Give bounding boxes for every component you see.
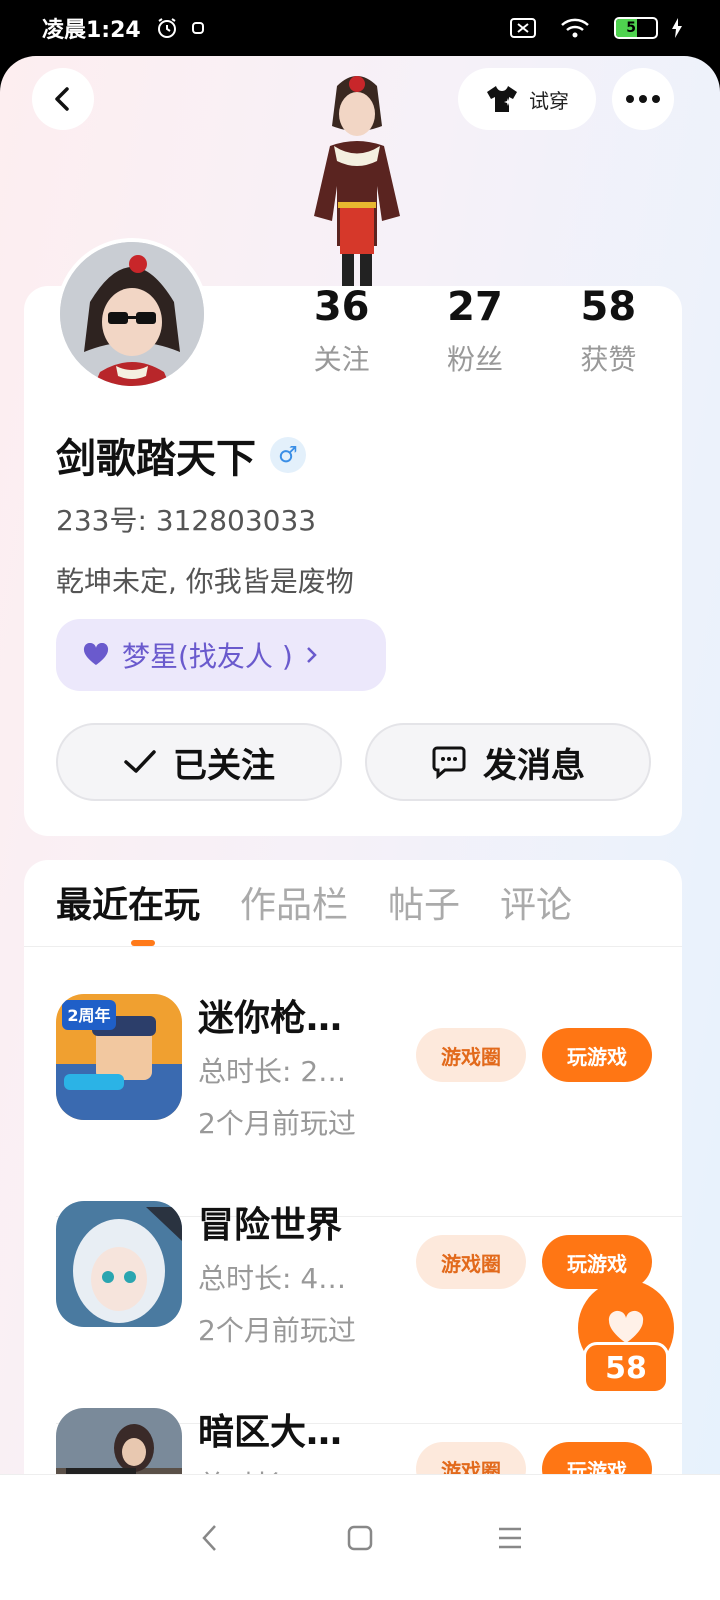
game-circle-button[interactable]: 游戏圈 [416, 1028, 526, 1082]
profile-stats: 36 关注 27 粉丝 58 获赞 [275, 282, 675, 392]
tab-bar: 最近在玩 作品栏 帖子 评论 [56, 876, 572, 928]
user-name: 剑歌踏天下 [56, 436, 256, 482]
stat-value: 36 [313, 284, 370, 330]
back-button[interactable] [32, 68, 94, 130]
chevron-left-icon [55, 87, 69, 111]
stat-label: 关注 [313, 343, 370, 376]
game-name: 暗区大… [198, 1412, 343, 1453]
stat-followers[interactable]: 27 粉丝 [408, 282, 541, 392]
system-nav-bar [0, 1474, 720, 1600]
notification-dot-icon [191, 21, 205, 35]
stat-following[interactable]: 36 关注 [275, 282, 408, 392]
nav-home-button[interactable] [340, 1518, 380, 1558]
chat-bubble-icon [432, 746, 466, 779]
play-game-button[interactable]: 玩游戏 [542, 1028, 652, 1082]
nav-back-icon [202, 1524, 216, 1551]
sim-off-icon [510, 18, 536, 38]
game-icon [56, 1201, 182, 1327]
message-button[interactable]: 发消息 [365, 723, 651, 801]
heart-icon [83, 643, 109, 665]
stat-value: 27 [447, 284, 503, 330]
try-on-button[interactable]: 试穿 [458, 68, 596, 130]
stat-label: 获赞 [580, 343, 637, 376]
game-last-played: 2个月前玩过 [198, 1107, 356, 1140]
profile-screen: 试穿 36 关注 27 粉丝 58 获赞 剑歌踏天下 ♂ 233号: 31280… [0, 56, 720, 1600]
nav-home-icon [347, 1525, 373, 1550]
message-label: 发消息 [483, 745, 585, 786]
avatar[interactable] [56, 238, 208, 390]
charging-icon [670, 17, 684, 39]
game-icon-badge: 2周年 [67, 1006, 110, 1025]
nav-menu-icon [499, 1527, 521, 1548]
male-gender-icon: ♂ [270, 437, 306, 473]
like-count-badge: 58 [583, 1342, 669, 1394]
game-list-item[interactable]: 冒险世界 总时长: 4… 2个月前玩过 游戏圈 玩游戏 [56, 1201, 656, 1381]
following-label: 已关注 [173, 745, 275, 786]
try-on-label: 试穿 [529, 88, 569, 113]
game-list-item[interactable]: 2周年 迷你枪… 总时长: 2… 2个月前玩过 游戏圈 玩游戏 [56, 994, 656, 1174]
more-horizontal-icon [626, 95, 660, 103]
game-name: 迷你枪… [198, 998, 343, 1039]
user-id: 233号: 312803033 [56, 504, 317, 537]
stat-label: 粉丝 [446, 343, 503, 376]
avatar-3d-figure [282, 66, 432, 298]
game-circle-button[interactable]: 游戏圈 [416, 1235, 526, 1289]
nav-back-button[interactable] [190, 1518, 230, 1558]
divider [24, 946, 682, 947]
battery-level: 53 [626, 20, 646, 36]
tab-comments[interactable]: 评论 [500, 876, 572, 928]
shirt-icon [487, 86, 517, 112]
friend-tag-label: 梦星(找友人 ) [122, 640, 293, 673]
check-icon [124, 750, 156, 773]
status-bar: 凌晨1:24 53 [0, 0, 720, 56]
battery-indicator: 53 [614, 17, 658, 39]
tab-posts[interactable]: 帖子 [388, 876, 460, 928]
game-icon: 2周年 [56, 994, 182, 1120]
chevron-right-icon [306, 647, 317, 663]
following-button[interactable]: 已关注 [56, 723, 342, 801]
friend-tag-chip[interactable]: 梦星(找友人 ) [56, 619, 386, 691]
stat-likes[interactable]: 58 获赞 [542, 282, 675, 392]
tab-recently-played[interactable]: 最近在玩 [56, 876, 200, 928]
game-last-played: 2个月前玩过 [198, 1314, 356, 1347]
status-time: 凌晨1:24 [42, 18, 141, 43]
alarm-icon [155, 16, 179, 40]
more-button[interactable] [612, 68, 674, 130]
wifi-icon [560, 17, 590, 39]
heart-icon [608, 1310, 644, 1343]
tab-works[interactable]: 作品栏 [240, 876, 348, 928]
nav-menu-button[interactable] [490, 1518, 530, 1558]
game-duration: 总时长: 4… [198, 1262, 347, 1295]
name-row: 剑歌踏天下 ♂ [56, 426, 306, 484]
game-duration: 总时长: 2… [198, 1055, 347, 1088]
game-name: 冒险世界 [198, 1205, 343, 1246]
user-bio: 乾坤未定, 你我皆是废物 [56, 565, 354, 598]
stat-value: 58 [580, 284, 637, 330]
